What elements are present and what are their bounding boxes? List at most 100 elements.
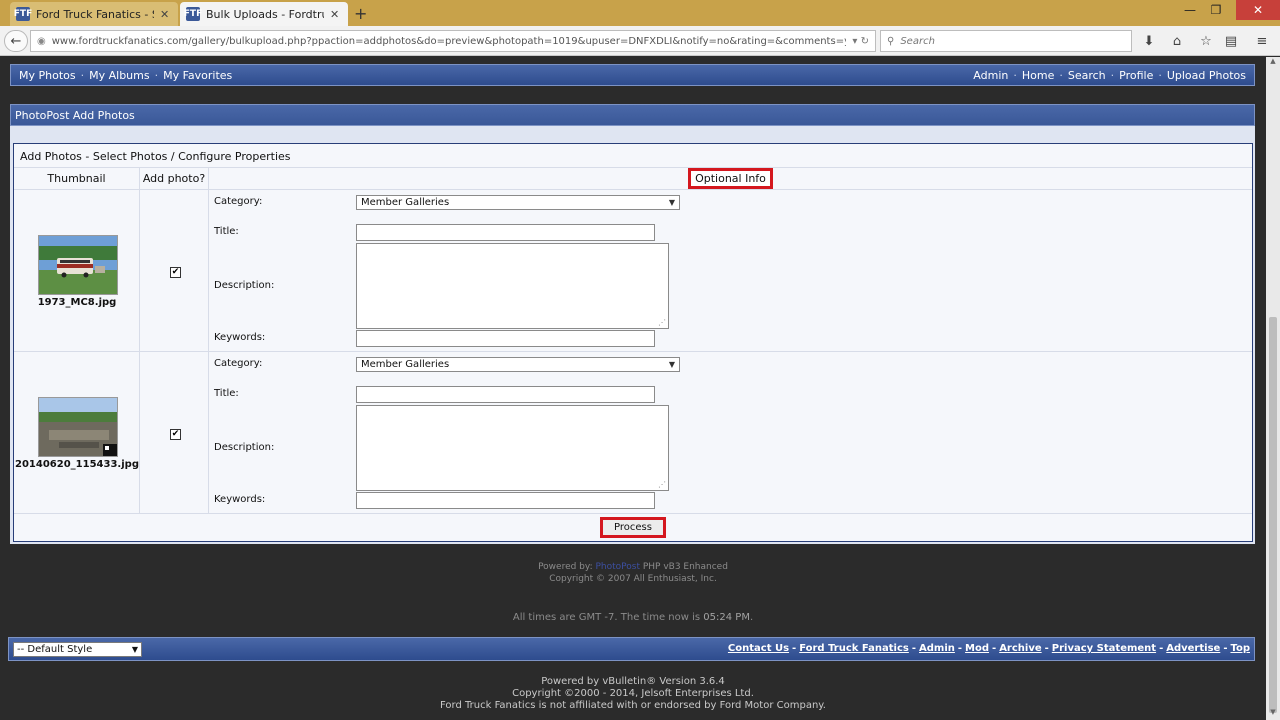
disclaimer: Ford Truck Fanatics is not affiliated wi… [440,700,826,711]
add-photos-form: Add Photos - Select Photos / Configure P… [13,143,1253,542]
resize-grip-icon[interactable]: ⋰ [658,318,666,327]
server-time: All times are GMT -7. The time now is 05… [0,612,1266,623]
keywords-field[interactable] [356,492,655,509]
photo-thumbnail[interactable] [38,397,118,457]
photo-filename: 20140620_115433.jpg [15,459,139,470]
tab-bar: FTF Ford Truck Fanatics - Searc... ✕ FTF… [0,0,1280,26]
optional-info-cell: Category: Member Galleries ▼ Title: Descr… [209,352,1252,513]
ford-truck-fanatics-link[interactable]: Ford Truck Fanatics [799,643,909,654]
download-icon[interactable]: ⬇ [1140,32,1158,50]
title-field[interactable] [356,224,655,241]
powered-prefix: Powered by: [538,562,596,572]
page-scrollbar[interactable]: ▲ ▼ [1266,57,1280,720]
scroll-down-icon[interactable]: ▼ [1266,708,1280,720]
keywords-label: Keywords: [214,332,266,343]
magnifier-icon: ⚲ [887,35,895,47]
admin-footer-link[interactable]: Admin [919,643,955,654]
style-select[interactable]: -- Default Style ▼ [13,642,142,657]
site-favicon-icon: FTF [13,7,33,21]
category-value: Member Galleries [361,359,450,370]
optional-info-header: Optional Info [209,168,1252,190]
search-input[interactable]: ⚲ Search [880,30,1132,52]
menu-icon[interactable]: ≡ [1253,32,1271,50]
privacy-statement-link[interactable]: Privacy Statement [1052,643,1156,654]
footer-bar: -- Default Style ▼ Contact Us - Ford Truck … [8,637,1255,661]
url-text: www.fordtruckfanatics.com/gallery/bulkup… [51,35,847,47]
add-photo-cell: ✔ [140,352,209,513]
contact-us-link[interactable]: Contact Us [728,643,789,654]
vbulletin-copyright: Copyright ©2000 - 2014, Jelsoft Enterpri… [512,688,754,699]
times-suffix: . [749,612,754,623]
category-label: Category: [214,358,263,369]
description-label: Description: [214,280,275,291]
tab-label: Ford Truck Fanatics - Searc... [36,7,154,21]
tab-bulk-uploads[interactable]: FTF Bulk Uploads - Fordtruckfa... ✕ [180,2,348,26]
style-select-value: -- Default Style [17,644,93,655]
chevron-down-icon: ▼ [668,198,675,207]
vbulletin-powered: Powered by vBulletin® Version 3.6.4 [541,676,725,687]
my-favorites-link[interactable]: My Favorites [163,69,232,82]
site-links: Admin · Home · Search · Profile · Upload Photos [973,68,1246,82]
top-link[interactable]: Top [1230,643,1250,654]
chevron-down-icon: ▼ [131,645,138,654]
resize-grip-icon[interactable]: ⋰ [658,480,666,489]
optional-info-label: Optional Info [688,168,773,189]
close-tab-icon[interactable]: ✕ [160,8,170,21]
navigation-toolbar: ← ◉ www.fordtruckfanatics.com/gallery/bu… [0,26,1280,56]
reload-icon[interactable]: ▾ ↻ [852,36,875,47]
address-bar[interactable]: ◉ www.fordtruckfanatics.com/gallery/bulk… [30,30,876,52]
tab-search[interactable]: FTF Ford Truck Fanatics - Searc... ✕ [10,2,178,26]
photopost-powered: Powered by: PhotoPost PHP vB3 Enhanced [0,562,1266,572]
bookmark-star-icon[interactable]: ☆ [1197,32,1215,50]
add-photo-checkbox[interactable]: ✔ [170,429,181,440]
description-label: Description: [214,442,275,453]
description-field[interactable]: ⋰ [356,243,669,329]
page-content: My Photos · My Albums · My Favorites Admin · H… [0,57,1266,720]
close-tab-icon[interactable]: ✕ [330,8,340,21]
search-link[interactable]: Search [1068,69,1106,82]
maximize-icon[interactable]: ❐ [1204,0,1228,20]
photo-row: 20140620_115433.jpg ✔ Category: Member G… [14,352,1252,514]
scroll-thumb[interactable] [1269,317,1277,713]
powered-suffix: PHP vB3 Enhanced [639,562,728,572]
add-photo-cell: ✔ [140,190,209,351]
thumbnail-cell: 20140620_115433.jpg [14,352,140,513]
category-select[interactable]: Member Galleries ▼ [356,195,680,210]
new-tab-icon[interactable]: + [354,4,367,23]
page-info-icon[interactable]: ◉ [37,36,46,47]
title-label: Title: [214,226,239,237]
home-link[interactable]: Home [1022,69,1054,82]
thumbnail-cell: 1973_MC8.jpg [14,190,140,351]
site-favicon-icon: FTF [183,7,203,21]
title-field[interactable] [356,386,655,403]
thumbnail-header: Thumbnail [14,168,140,190]
profile-link[interactable]: Profile [1119,69,1153,82]
description-field[interactable]: ⋰ [356,405,669,491]
search-placeholder: Search [900,35,935,47]
close-window-icon[interactable]: ✕ [1236,0,1280,20]
category-label: Category: [214,196,263,207]
reading-list-icon[interactable]: ▤ [1222,32,1240,50]
scroll-up-icon[interactable]: ▲ [1266,57,1280,69]
keywords-field[interactable] [356,330,655,347]
mod-link[interactable]: Mod [965,643,989,654]
upload-photos-link[interactable]: Upload Photos [1167,69,1246,82]
admin-link[interactable]: Admin [973,69,1008,82]
construction-site-photo-icon [39,398,117,456]
photo-thumbnail[interactable] [38,235,118,295]
back-arrow-icon[interactable]: ← [4,30,28,52]
advertise-link[interactable]: Advertise [1166,643,1220,654]
home-icon[interactable]: ⌂ [1168,32,1186,50]
photopost-copyright: Copyright © 2007 All Enthusiast, Inc. [549,574,717,584]
my-photos-link[interactable]: My Photos [19,69,76,82]
archive-link[interactable]: Archive [999,643,1041,654]
add-photo-checkbox[interactable]: ✔ [170,267,181,278]
photo-filename: 1973_MC8.jpg [37,297,117,308]
my-albums-link[interactable]: My Albums [89,69,149,82]
category-select[interactable]: Member Galleries ▼ [356,357,680,372]
chevron-down-icon: ▼ [668,360,675,369]
process-button[interactable]: Process [600,517,666,538]
photopost-link[interactable]: PhotoPost [595,562,640,572]
panel-spacer [10,126,1255,142]
minimize-icon[interactable]: — [1178,0,1202,20]
